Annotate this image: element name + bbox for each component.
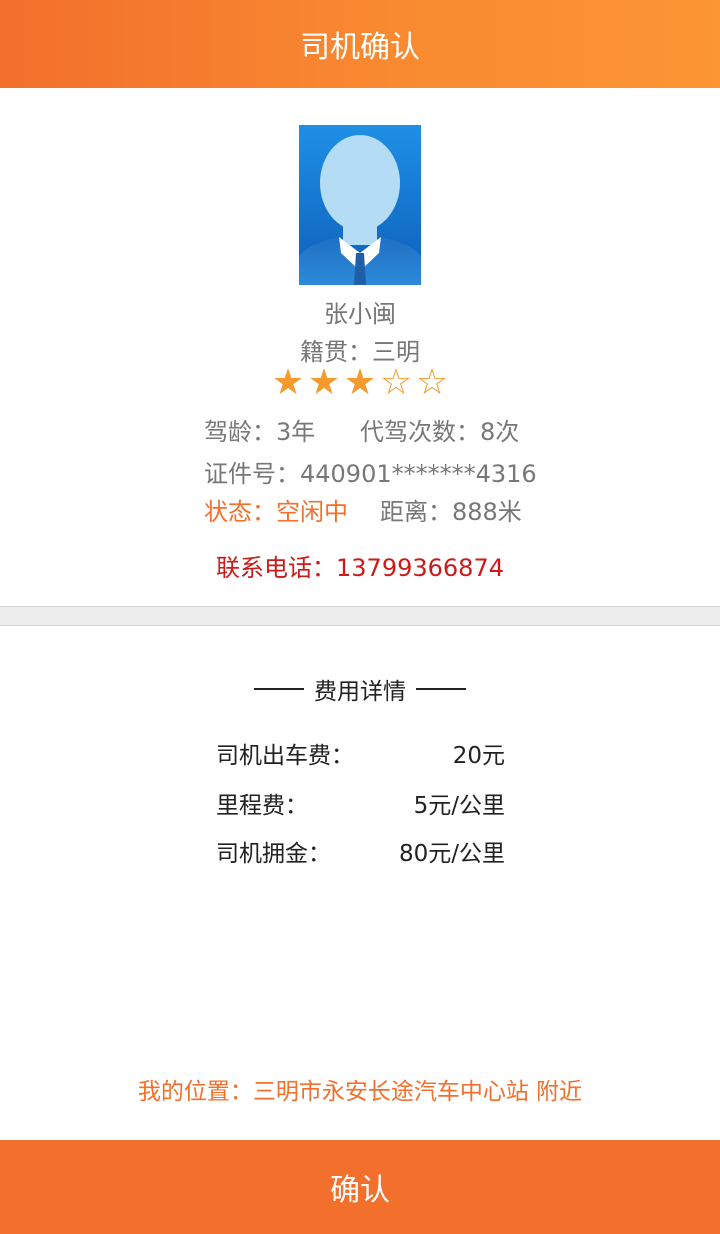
star-empty-icon: ☆: [379, 362, 413, 403]
id-number: 证件号：440901*******4316: [204, 460, 537, 488]
rating-stars: ★ ★ ★ ☆ ☆: [0, 363, 720, 403]
header-bar: 司机确认: [0, 0, 720, 88]
fee-label-dispatch: 司机出车费：: [216, 743, 354, 769]
fee-label-mileage: 里程费：: [216, 793, 308, 819]
contact-phone[interactable]: 联系电话：13799366874: [0, 548, 720, 583]
driver-card: 张小闽 籍贯：三明 ★ ★ ★ ☆ ☆ 驾龄：3年 代驾次数：8次 证件号：440901…: [0, 88, 720, 606]
section-divider: [0, 606, 720, 626]
driver-distance: 距离：888米: [380, 498, 522, 526]
confirm-button[interactable]: 确认: [0, 1140, 720, 1234]
driver-name: 张小闽: [324, 300, 396, 328]
star-filled-icon: ★: [307, 362, 341, 403]
fee-value-mileage: 5元/公里: [413, 793, 505, 819]
page-title: 司机确认: [300, 30, 420, 65]
driver-status: 状态：空闲中: [204, 498, 348, 526]
fee-title: 费用详情: [0, 672, 720, 706]
avatar: [299, 125, 421, 285]
star-filled-icon: ★: [271, 362, 305, 403]
trip-count: 代驾次数：8次: [360, 418, 520, 446]
fee-details: 费用详情 司机出车费： 20元 里程费： 5元/公里 司机拥金： 80元/公里 …: [0, 626, 720, 1140]
fee-label-commission: 司机拥金：: [216, 841, 331, 867]
star-empty-icon: ☆: [415, 362, 449, 403]
person-silhouette-icon: [299, 125, 421, 285]
fee-value-dispatch: 20元: [452, 743, 505, 769]
title-dash-left: [254, 688, 304, 690]
driving-years: 驾龄：3年: [204, 418, 316, 446]
title-dash-right: [416, 688, 466, 690]
fee-title-text: 费用详情: [314, 679, 406, 705]
my-location: 我的位置：三明市永安长途汽车中心站 附近: [137, 1079, 583, 1105]
star-filled-icon: ★: [343, 362, 377, 403]
confirm-button-label: 确认: [330, 1173, 390, 1208]
fee-value-commission: 80元/公里: [398, 841, 505, 867]
